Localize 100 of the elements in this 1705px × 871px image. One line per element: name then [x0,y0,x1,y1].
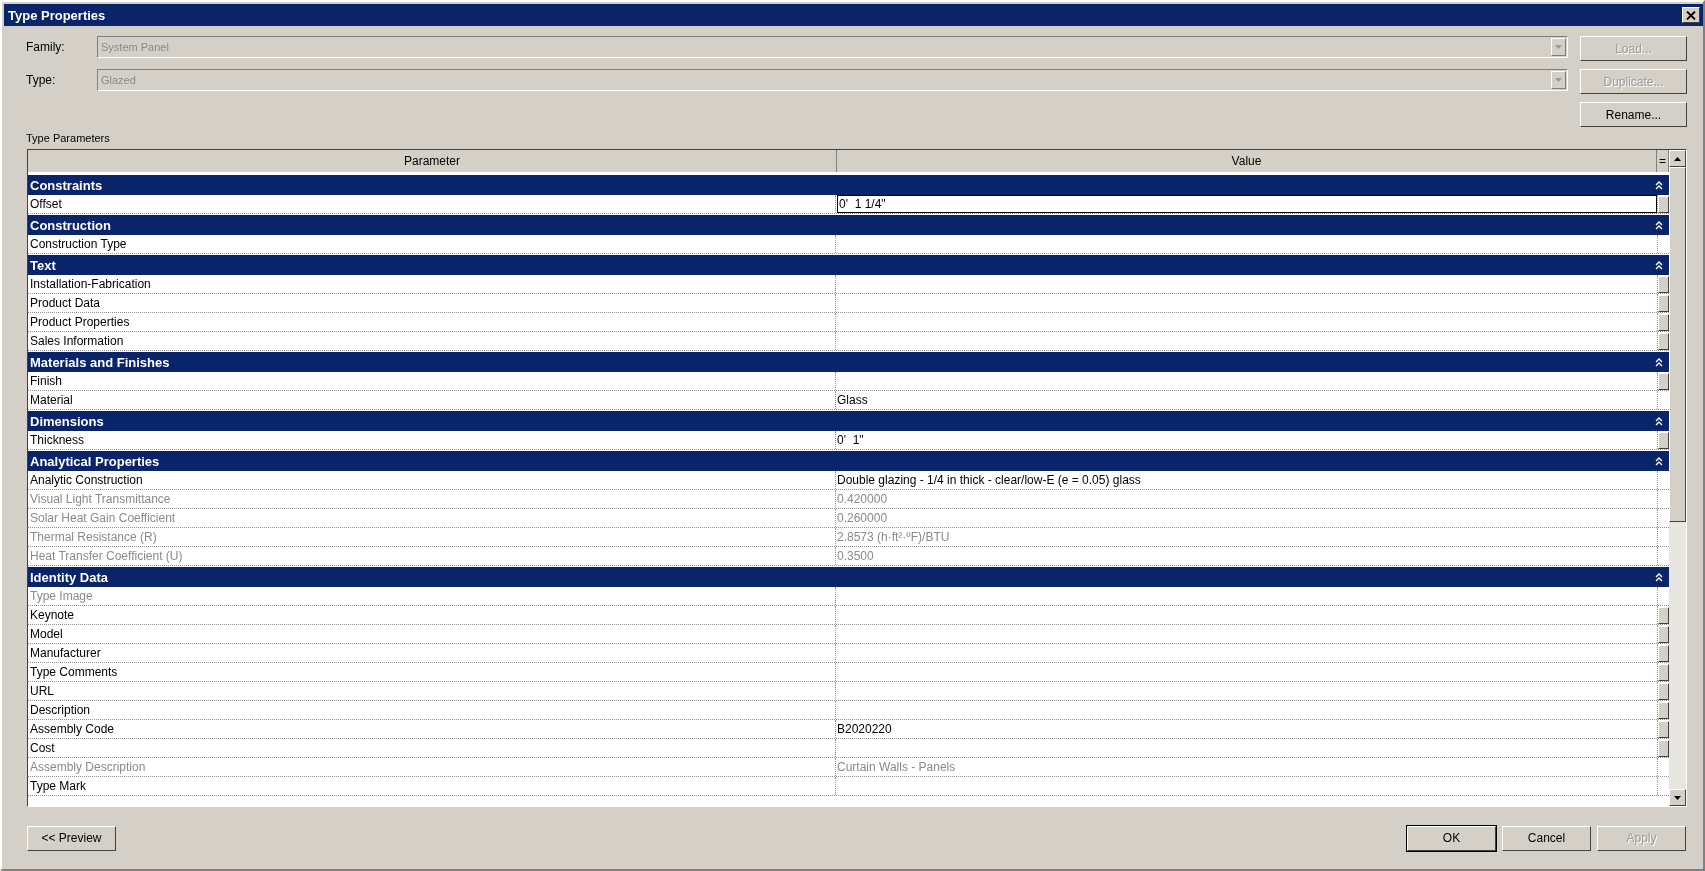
parameter-name: Thickness [30,433,85,447]
parameter-value: Glass [837,393,868,407]
collapse-icon[interactable] [1655,416,1663,426]
parameter-name: Thermal Resistance (R) [30,530,157,544]
up-arrow-icon [1674,156,1681,161]
parameter-name: Assembly Description [30,760,146,774]
parameter-value: Curtain Walls - Panels [837,760,956,774]
parameter-name: Assembly Code [30,722,115,736]
parameter-row[interactable]: Analytic Construction Double glazing - 1/4 in thick - clear/low-E (e = 0.05) glass [28,471,1669,490]
parameter-row[interactable]: Finish [28,372,1669,391]
parameter-name: Type Mark [30,779,86,793]
parameter-name: Model [30,627,63,641]
parameter-row[interactable]: Cost [28,739,1669,758]
associate-parameter-button[interactable] [1658,606,1669,624]
associate-parameter-button[interactable] [1658,313,1669,331]
collapse-icon[interactable] [1655,456,1663,466]
parameter-row[interactable]: Offset 0' 1 1/4" [28,195,1669,214]
group-title: Dimensions [30,413,104,429]
scroll-up-button[interactable] [1669,150,1686,167]
collapse-icon[interactable] [1655,180,1663,190]
associate-parameter-button[interactable] [1658,739,1669,757]
group-header[interactable]: Analytical Properties [28,451,1669,471]
preview-button[interactable]: << Preview [27,825,116,851]
associate-parameter-button[interactable] [1658,294,1669,312]
close-icon [1686,10,1696,20]
parameter-name: Visual Light Transmittance [30,492,171,506]
parameter-row[interactable]: Description [28,701,1669,720]
parameter-row[interactable]: Type Comments [28,663,1669,682]
scroll-thumb[interactable] [1669,167,1686,522]
parameter-name: Keynote [30,608,75,622]
group-header[interactable]: Text [28,255,1669,275]
parameter-name: Manufacturer [30,646,101,660]
parameter-name: URL [30,684,54,698]
collapse-icon[interactable] [1655,357,1663,367]
window-title: Type Properties [8,7,106,23]
group-title: Materials and Finishes [30,354,170,370]
parameter-name: Analytic Construction [30,473,143,487]
associate-parameter-button[interactable] [1658,682,1669,700]
parameter-name: Offset [30,197,62,211]
parameter-row[interactable]: Keynote [28,606,1669,625]
parameter-name: Sales Information [30,334,124,348]
collapse-icon[interactable] [1655,260,1663,270]
associate-parameter-button[interactable] [1658,431,1669,449]
associate-parameter-button[interactable] [1658,195,1669,213]
associate-parameter-button[interactable] [1658,644,1669,662]
associate-parameter-button[interactable] [1658,332,1669,350]
parameter-row[interactable]: Assembly Code B2020220 [28,720,1669,739]
field-label: Family: [26,40,66,54]
associate-parameter-button[interactable] [1658,372,1669,390]
parameter-name: Construction Type [30,237,127,251]
vertical-scrollbar[interactable] [1669,150,1686,806]
section-label: Type Parameters [26,132,110,144]
parameter-name: Cost [30,741,55,755]
group-title: Construction [30,217,111,233]
collapse-icon[interactable] [1655,220,1663,230]
group-header[interactable]: Constraints [28,175,1669,195]
group-header[interactable]: Materials and Finishes [28,352,1669,372]
column-menu-button[interactable]: = [1657,150,1669,172]
parameter-row[interactable]: Product Properties [28,313,1669,332]
parameter-row[interactable]: Model [28,625,1669,644]
dialog-button[interactable]: Rename... [1580,102,1687,127]
associate-parameter-button[interactable] [1658,663,1669,681]
group-header[interactable]: Dimensions [28,411,1669,431]
group-title: Text [30,257,56,273]
parameter-row[interactable]: URL [28,682,1669,701]
associate-parameter-button[interactable] [1658,625,1669,643]
scroll-down-button[interactable] [1669,789,1686,806]
parameter-name: Material [30,393,73,407]
parameter-name: Product Data [30,296,101,310]
column-header[interactable]: Parameter [28,150,837,172]
parameter-row[interactable]: Material Glass [28,391,1669,410]
associate-parameter-button[interactable] [1658,720,1669,738]
parameter-value: 0.3500 [837,549,874,563]
parameter-row[interactable]: Product Data [28,294,1669,313]
dialog-button[interactable]: Cancel [1502,825,1591,851]
group-header[interactable]: Identity Data [28,567,1669,587]
parameter-name: Description [30,703,91,717]
parameter-value: B2020220 [837,722,892,736]
parameter-value: Double glazing - 1/4 in thick - clear/low-E (e = 0.05) glass [837,473,1141,487]
value-input[interactable]: 0' 1 1/4" [837,195,1657,213]
parameter-row[interactable]: Installation-Fabrication [28,275,1669,294]
parameter-row[interactable]: Construction Type [28,235,1669,254]
parameter-row[interactable]: Manufacturer [28,644,1669,663]
close-button[interactable] [1682,7,1700,23]
parameter-name: Heat Transfer Coefficient (U) [30,549,183,563]
associate-parameter-button[interactable] [1658,701,1669,719]
parameter-name: Finish [30,374,62,388]
associate-parameter-button[interactable] [1658,275,1669,293]
parameter-name: Type Image [30,589,93,603]
down-arrow-icon [1674,795,1681,800]
collapse-icon[interactable] [1655,572,1663,582]
parameter-value: 0' 1" [837,433,864,447]
parameter-value: 2.8573 (h·ft²·ºF)/BTU [837,530,950,544]
parameter-name: Product Properties [30,315,130,329]
group-title: Constraints [30,177,103,193]
parameter-row[interactable]: Thickness 0' 1" [28,431,1669,450]
group-header[interactable]: Construction [28,215,1669,235]
parameter-row[interactable]: Sales Information [28,332,1669,351]
dialog-button[interactable]: OK [1407,825,1496,851]
parameter-row[interactable]: Type Mark [28,777,1669,796]
